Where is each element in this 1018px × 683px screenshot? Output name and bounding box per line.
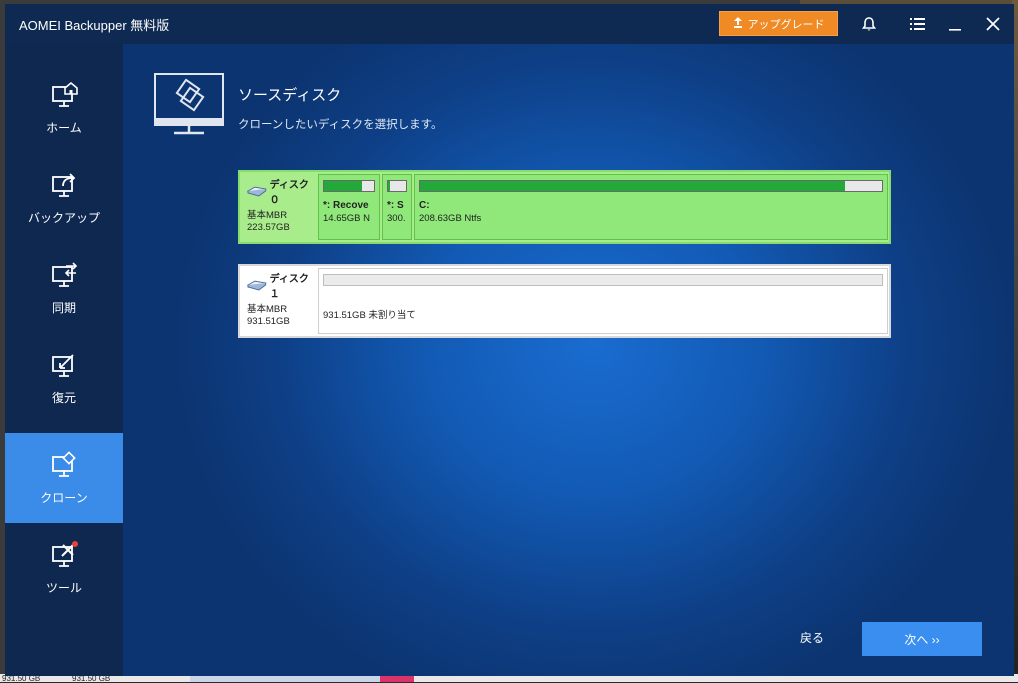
- sidebar-item-label: ホーム: [46, 120, 82, 135]
- partition-c[interactable]: C: 208.63GB Ntfs: [414, 174, 888, 240]
- partition-recovery[interactable]: *: Recove 14.65GB N: [318, 174, 380, 240]
- sidebar-item-backup[interactable]: バックアップ: [5, 153, 123, 243]
- partition-size: 14.65GB N: [323, 213, 370, 224]
- clone-monitor-icon: [154, 73, 224, 135]
- restore-icon: [52, 353, 74, 377]
- sidebar-item-label: ツール: [45, 580, 82, 595]
- partition-usage-fill: [388, 181, 390, 191]
- upload-arrow-icon: [733, 16, 743, 31]
- sidebar-item-tools[interactable]: ツール: [5, 523, 123, 613]
- next-button[interactable]: 次へ ››: [862, 622, 982, 656]
- disk-0-row[interactable]: ディスク０ 基本MBR 223.57GB *: Recove 14.65GB N…: [238, 170, 891, 244]
- sidebar-item-sync[interactable]: 同期: [5, 243, 123, 333]
- page-title: ソースディスク: [238, 87, 342, 104]
- disk-size: 223.57GB: [247, 222, 290, 233]
- clone-icon: [52, 450, 76, 477]
- bell-icon[interactable]: [859, 14, 879, 34]
- main-content: ソースディスク クローンしたいディスクを選択します。 ディスク０ 基本MBR 2…: [123, 44, 1014, 676]
- partition-usage-fill: [324, 181, 362, 191]
- minimize-icon[interactable]: [945, 14, 965, 34]
- back-button[interactable]: 戻る: [800, 629, 824, 646]
- disk-type: 基本MBR: [247, 210, 288, 221]
- sidebar-item-label: 同期: [51, 300, 76, 315]
- page-subtitle: クローンしたいディスクを選択します。: [238, 119, 443, 131]
- partition-label: *: S: [387, 200, 404, 211]
- sidebar-item-restore[interactable]: 復元: [5, 333, 123, 423]
- partition-usage-bar: [419, 180, 883, 192]
- title-bar: AOMEI Backupper 無料版 アップグレード: [5, 4, 1014, 44]
- partition-usage-bar: [387, 180, 407, 192]
- disk-name: ディスク１: [269, 274, 309, 300]
- tools-icon: [52, 540, 78, 567]
- upgrade-button[interactable]: アップグレード: [719, 11, 838, 36]
- disk-info[interactable]: ディスク１ 基本MBR 931.51GB: [240, 266, 318, 336]
- sidebar-item-label: 復元: [51, 390, 76, 405]
- hard-disk-icon: [247, 186, 267, 196]
- sidebar: ホーム バックアップ 同期 復元 クローン ツール: [5, 44, 123, 676]
- disk-name-row: ディスク１: [247, 270, 318, 300]
- sidebar-item-home[interactable]: ホーム: [5, 63, 123, 153]
- disk-info[interactable]: ディスク０ 基本MBR 223.57GB: [240, 172, 318, 242]
- sidebar-item-label: クローン: [40, 490, 88, 505]
- partition-unallocated[interactable]: 931.51GB 未割り当て: [318, 268, 888, 334]
- sidebar-item-label: バックアップ: [27, 210, 100, 225]
- home-icon: [52, 81, 78, 107]
- app-title: AOMEI Backupper 無料版: [19, 18, 170, 33]
- partition-usage-bar: [323, 274, 883, 286]
- disk-name: ディスク０: [269, 180, 309, 206]
- partition-label: *: Recove: [323, 200, 369, 211]
- partition-size: 208.63GB Ntfs: [419, 213, 482, 224]
- partition-label: C:: [419, 200, 430, 211]
- partition-usage-bar: [323, 180, 375, 192]
- disk-type: 基本MBR: [247, 304, 288, 315]
- hard-disk-icon: [247, 280, 267, 290]
- sidebar-item-clone[interactable]: クローン: [5, 433, 123, 523]
- sync-icon: [52, 261, 78, 287]
- app-window: AOMEI Backupper 無料版 アップグレード ホーム バックアップ 同…: [5, 4, 1014, 676]
- partition-system[interactable]: *: S 300.: [382, 174, 412, 240]
- disk-name-row: ディスク０: [247, 176, 318, 206]
- disk-1-row[interactable]: ディスク１ 基本MBR 931.51GB 931.51GB 未割り当て: [238, 264, 891, 338]
- backup-icon: [52, 172, 76, 197]
- disk-size: 931.51GB: [247, 316, 290, 327]
- partition-size: 300.: [387, 213, 406, 224]
- partition-usage-fill: [420, 181, 846, 191]
- partition-size: 931.51GB 未割り当て: [323, 310, 416, 321]
- upgrade-label: アップグレード: [747, 18, 825, 31]
- menu-icon[interactable]: [907, 14, 927, 34]
- close-icon[interactable]: [983, 14, 1003, 34]
